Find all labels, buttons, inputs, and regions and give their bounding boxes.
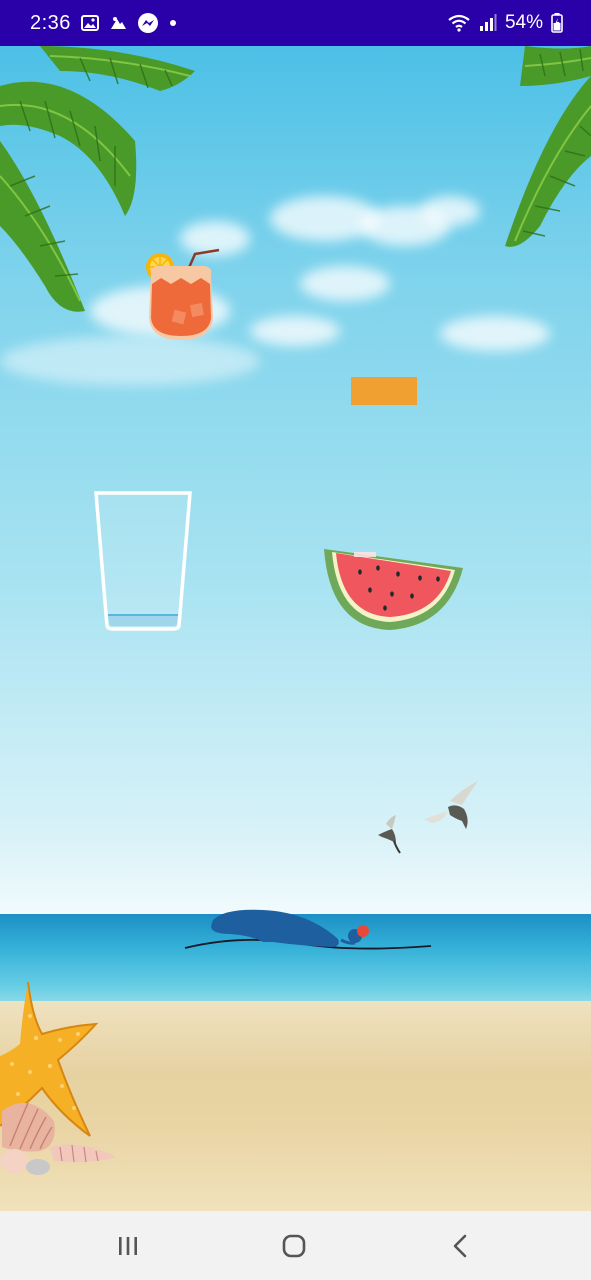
seashell-icon xyxy=(0,1102,116,1175)
game-scene[interactable] xyxy=(0,46,591,1211)
back-button[interactable] xyxy=(415,1211,505,1280)
wifi-icon xyxy=(447,14,471,32)
orange-block[interactable] xyxy=(351,377,417,405)
recent-apps-icon xyxy=(119,1236,137,1255)
cloud xyxy=(420,196,480,226)
navigation-bar xyxy=(0,1211,591,1280)
dot-icon xyxy=(169,19,177,27)
signal-icon xyxy=(479,14,497,32)
cloud xyxy=(0,336,260,386)
messenger-icon xyxy=(137,12,159,34)
swimmer-icon[interactable] xyxy=(183,904,433,959)
watermelon-icon[interactable] xyxy=(320,546,466,634)
status-time: 2:36 xyxy=(30,11,71,34)
notification-icon xyxy=(109,15,127,31)
glass-icon[interactable] xyxy=(94,491,192,631)
battery-percent: 54% xyxy=(504,12,543,33)
palm-leaves-right-icon xyxy=(505,46,591,247)
back-icon xyxy=(453,1234,467,1257)
image-icon xyxy=(80,15,99,31)
cloud xyxy=(300,266,390,301)
battery-icon xyxy=(551,13,563,33)
cloud xyxy=(440,316,550,351)
home-button[interactable] xyxy=(249,1211,339,1280)
status-bar: 2:36 54% xyxy=(0,0,591,46)
cocktail-icon[interactable] xyxy=(143,248,223,342)
seagull-icon xyxy=(378,781,478,854)
recent-apps-button[interactable] xyxy=(83,1211,173,1280)
home-icon xyxy=(282,1234,306,1257)
cloud xyxy=(250,316,340,346)
